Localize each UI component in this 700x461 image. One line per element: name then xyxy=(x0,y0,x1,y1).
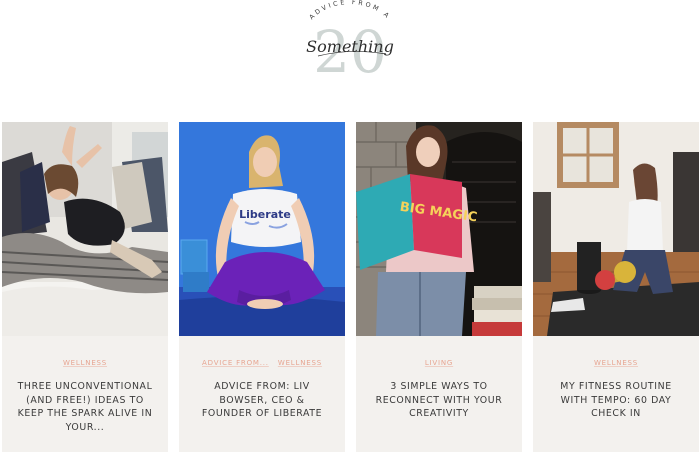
post-image[interactable]: Liberate xyxy=(179,122,345,336)
site-logo[interactable]: ADVICE FROM A 20 Something xyxy=(290,0,410,80)
post-image[interactable] xyxy=(533,122,699,336)
post-tags: ADVICE FROM... WELLNESS xyxy=(179,359,345,367)
post-card[interactable]: WELLNESS MY FITNESS ROUTINE WITH TEMPO: … xyxy=(533,122,699,452)
post-image[interactable] xyxy=(2,122,168,336)
post-tag-link[interactable]: WELLNESS xyxy=(594,359,638,367)
post-tags: LIVING xyxy=(356,359,522,367)
post-card[interactable]: WELLNESS THREE UNCONVENTIONAL (AND FREE!… xyxy=(2,122,168,452)
woman-fitness-photo xyxy=(533,122,699,336)
post-tag-link[interactable]: WELLNESS xyxy=(63,359,107,367)
post-title[interactable]: ADVICE FROM: LIV BOWSER, CEO & FOUNDER O… xyxy=(193,380,331,421)
woman-meditating-photo: Liberate xyxy=(179,122,345,336)
post-image[interactable]: BIG MAGIC xyxy=(356,122,522,336)
post-title[interactable]: THREE UNCONVENTIONAL (AND FREE!) IDEAS T… xyxy=(16,380,154,434)
shirt-text: Liberate xyxy=(239,208,291,221)
post-tag-link[interactable]: WELLNESS xyxy=(278,359,322,367)
post-grid: WELLNESS THREE UNCONVENTIONAL (AND FREE!… xyxy=(0,122,700,461)
woman-on-couch-photo xyxy=(2,122,168,336)
post-tag-link[interactable]: ADVICE FROM... xyxy=(202,359,269,367)
post-tag-link[interactable]: LIVING xyxy=(425,359,453,367)
post-title[interactable]: 3 SIMPLE WAYS TO RECONNECT WITH YOUR CRE… xyxy=(370,380,508,421)
woman-reading-photo: BIG MAGIC xyxy=(356,122,522,336)
post-tags: WELLNESS xyxy=(2,359,168,367)
post-card[interactable]: Liberate ADVICE FROM... WELLNESS ADVICE … xyxy=(179,122,345,452)
post-card[interactable]: BIG MAGIC LIVING 3 SIMPLE WAYS TO RECONN… xyxy=(356,122,522,452)
post-title[interactable]: MY FITNESS ROUTINE WITH TEMPO: 60 DAY CH… xyxy=(547,380,685,421)
post-tags: WELLNESS xyxy=(533,359,699,367)
logo-graphic: ADVICE FROM A 20 Something xyxy=(306,0,394,80)
